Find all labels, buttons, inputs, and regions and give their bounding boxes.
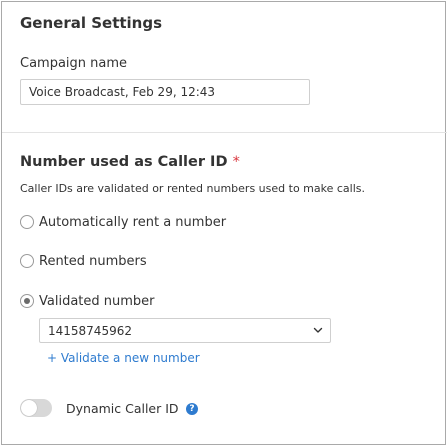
radio-auto-rent-circle[interactable] [20, 215, 34, 229]
radio-auto-rent[interactable]: Automatically rent a number [20, 213, 226, 231]
radio-rented-numbers[interactable]: Rented numbers [20, 252, 147, 270]
campaign-name-label: Campaign name [20, 56, 128, 71]
radio-rented-numbers-label: Rented numbers [39, 253, 147, 269]
caller-id-help-text: Caller IDs are validated or rented numbe… [20, 182, 365, 195]
caller-id-heading: Number used as Caller ID * [20, 154, 240, 170]
section-divider [2, 132, 447, 133]
settings-panel: General Settings Campaign name Number us… [1, 1, 447, 445]
campaign-name-input[interactable] [20, 79, 310, 105]
validated-number-select[interactable]: 14158745962 [39, 318, 331, 343]
toggle-knob [21, 400, 37, 416]
dynamic-caller-id-label: Dynamic Caller ID [66, 401, 179, 416]
dynamic-caller-id-toggle[interactable] [20, 399, 52, 417]
radio-validated-number-label: Validated number [39, 293, 155, 309]
validated-number-select-value: 14158745962 [48, 323, 132, 338]
radio-validated-number-circle[interactable] [20, 294, 34, 308]
required-marker: * [232, 154, 240, 170]
general-settings-heading: General Settings [20, 14, 163, 32]
caller-id-heading-text: Number used as Caller ID [20, 154, 228, 170]
question-circle-icon[interactable]: ? [186, 403, 198, 415]
chevron-down-icon [313, 327, 323, 333]
radio-rented-numbers-circle[interactable] [20, 254, 34, 268]
validate-new-number-link[interactable]: + Validate a new number [47, 351, 200, 365]
radio-validated-number[interactable]: Validated number [20, 292, 155, 310]
radio-auto-rent-label: Automatically rent a number [39, 214, 227, 230]
